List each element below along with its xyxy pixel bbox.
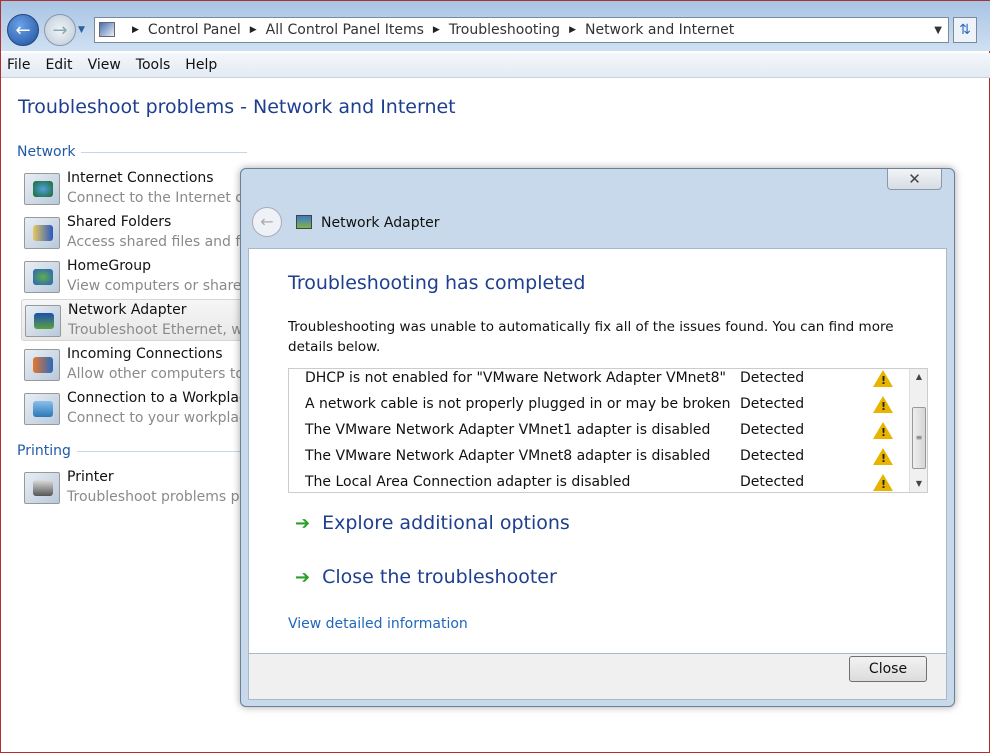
shared-folders-icon: [24, 217, 60, 249]
close-troubleshooter-link[interactable]: ➔ Close the troubleshooter: [295, 566, 557, 588]
internet-connections-icon: [24, 173, 60, 205]
item-title: Internet Connections: [67, 170, 214, 186]
item-desc: Connect to your workplace: [67, 410, 256, 426]
breadcrumb-troubleshooting[interactable]: Troubleshooting: [449, 22, 560, 38]
item-desc: Troubleshoot Ethernet, wir: [68, 322, 253, 338]
recent-pages-dropdown[interactable]: ▼: [78, 25, 85, 35]
menu-file[interactable]: File: [7, 57, 30, 73]
dialog-title: Network Adapter: [321, 215, 440, 231]
item-desc: Access shared files and fol: [67, 234, 253, 250]
chevron-right-icon[interactable]: ▶: [250, 25, 257, 35]
section-printing: Printing: [17, 443, 247, 459]
item-title: Connection to a Workplac: [67, 390, 247, 406]
item-internet-connections[interactable]: Internet Connections Connect to the Inter…: [21, 168, 251, 210]
warning-icon: !: [873, 396, 893, 413]
item-title: Incoming Connections: [67, 346, 223, 362]
dialog-footer: Close: [248, 654, 947, 700]
menu-tools[interactable]: Tools: [136, 57, 171, 73]
issue-status: Detected: [740, 370, 805, 386]
incoming-connections-icon: [24, 349, 60, 381]
close-button[interactable]: Close: [849, 656, 927, 682]
chevron-right-icon[interactable]: ▶: [433, 25, 440, 35]
homegroup-icon: [24, 261, 60, 293]
breadcrumb-control-panel[interactable]: Control Panel: [148, 22, 241, 38]
item-printer[interactable]: Printer Troubleshoot problems pr: [21, 467, 251, 509]
troubleshooter-dialog: ✕ ← Network Adapter Troubleshooting has …: [240, 168, 955, 707]
control-panel-icon: [99, 22, 115, 37]
warning-icon: !: [873, 474, 893, 491]
address-bar[interactable]: ▶ Control Panel ▶ All Control Panel Item…: [94, 17, 949, 43]
item-title: HomeGroup: [67, 258, 151, 274]
explore-options-link[interactable]: ➔ Explore additional options: [295, 512, 570, 534]
arrow-right-icon: →: [52, 19, 68, 41]
issue-problem: A network cable is not properly plugged …: [305, 396, 731, 412]
view-detailed-info-link[interactable]: View detailed information: [288, 616, 468, 632]
item-desc: View computers or shared: [67, 278, 251, 294]
item-homegroup[interactable]: HomeGroup View computers or shared: [21, 256, 251, 298]
green-arrow-icon: ➔: [295, 566, 311, 588]
item-desc: Connect to the Internet or: [67, 190, 250, 206]
issues-scrollbar[interactable]: ▲ ≡ ▼: [909, 369, 927, 492]
option-label: Close the troubleshooter: [322, 566, 557, 588]
issue-status: Detected: [740, 448, 805, 464]
dialog-message: Troubleshooting was unable to automatica…: [288, 319, 894, 355]
item-title: Shared Folders: [67, 214, 172, 230]
item-title: Printer: [67, 469, 114, 485]
warning-icon: !: [873, 448, 893, 465]
green-arrow-icon: ➔: [295, 512, 311, 534]
refresh-button[interactable]: ⇅: [953, 17, 977, 43]
scroll-down-icon[interactable]: ▼: [910, 476, 927, 492]
issues-list: DHCP is not enabled for "VMware Network …: [288, 368, 928, 493]
warning-icon: !: [873, 370, 893, 387]
printer-icon: [24, 472, 60, 504]
chevron-right-icon[interactable]: ▶: [569, 25, 576, 35]
page-title: Troubleshoot problems - Network and Inte…: [18, 96, 456, 118]
item-shared-folders[interactable]: Shared Folders Access shared files and fo…: [21, 212, 253, 254]
option-label: Explore additional options: [322, 512, 570, 534]
chevron-right-icon[interactable]: ▶: [132, 25, 139, 35]
issue-problem: The Local Area Connection adapter is dis…: [305, 474, 631, 490]
issue-status: Detected: [740, 396, 805, 412]
menu-bar: File Edit View Tools Help: [1, 53, 990, 78]
breadcrumb-network-internet[interactable]: Network and Internet: [585, 22, 734, 38]
issue-status: Detected: [740, 474, 805, 490]
dialog-content: Troubleshooting has completed Troublesho…: [248, 248, 947, 654]
issue-row[interactable]: The VMware Network Adapter VMnet8 adapte…: [289, 447, 909, 473]
arrow-left-icon: ←: [15, 19, 31, 41]
issue-status: Detected: [740, 422, 805, 438]
network-adapter-icon: [25, 305, 61, 337]
issue-problem: The VMware Network Adapter VMnet8 adapte…: [305, 448, 711, 464]
menu-edit[interactable]: Edit: [45, 57, 72, 73]
back-button[interactable]: ←: [7, 14, 39, 46]
dialog-back-button[interactable]: ←: [252, 207, 282, 237]
window-titlebar: ← → ▼ ▶ Control Panel ▶ All Control Pane…: [1, 1, 990, 51]
breadcrumb-all-items[interactable]: All Control Panel Items: [266, 22, 424, 38]
dialog-heading: Troubleshooting has completed: [288, 272, 586, 294]
item-incoming-connections[interactable]: Incoming Connections Allow other computer…: [21, 344, 251, 386]
item-network-adapter[interactable]: Network Adapter Troubleshoot Ethernet, wi…: [21, 299, 253, 341]
issue-row[interactable]: The VMware Network Adapter VMnet1 adapte…: [289, 421, 909, 447]
issue-row[interactable]: DHCP is not enabled for "VMware Network …: [289, 369, 909, 395]
close-icon[interactable]: ✕: [887, 169, 942, 190]
forward-button[interactable]: →: [44, 14, 76, 46]
item-workplace-connection[interactable]: Connection to a Workplac Connect to your …: [21, 388, 255, 430]
scroll-thumb[interactable]: ≡: [912, 407, 926, 469]
warning-icon: !: [873, 422, 893, 439]
item-desc: Allow other computers to: [67, 366, 244, 382]
issue-problem: DHCP is not enabled for "VMware Network …: [305, 370, 726, 386]
network-adapter-icon: [296, 215, 312, 229]
issue-row[interactable]: The Local Area Connection adapter is dis…: [289, 473, 909, 492]
menu-view[interactable]: View: [88, 57, 121, 73]
issue-problem: The VMware Network Adapter VMnet1 adapte…: [305, 422, 711, 438]
item-title: Network Adapter: [68, 302, 187, 318]
scroll-up-icon[interactable]: ▲: [910, 369, 927, 385]
issue-row[interactable]: A network cable is not properly plugged …: [289, 395, 909, 421]
section-network: Network: [17, 144, 247, 160]
chevron-down-icon[interactable]: ▼: [934, 25, 942, 36]
menu-help[interactable]: Help: [185, 57, 217, 73]
item-desc: Troubleshoot problems pr: [67, 489, 246, 505]
building-icon: [24, 393, 60, 425]
